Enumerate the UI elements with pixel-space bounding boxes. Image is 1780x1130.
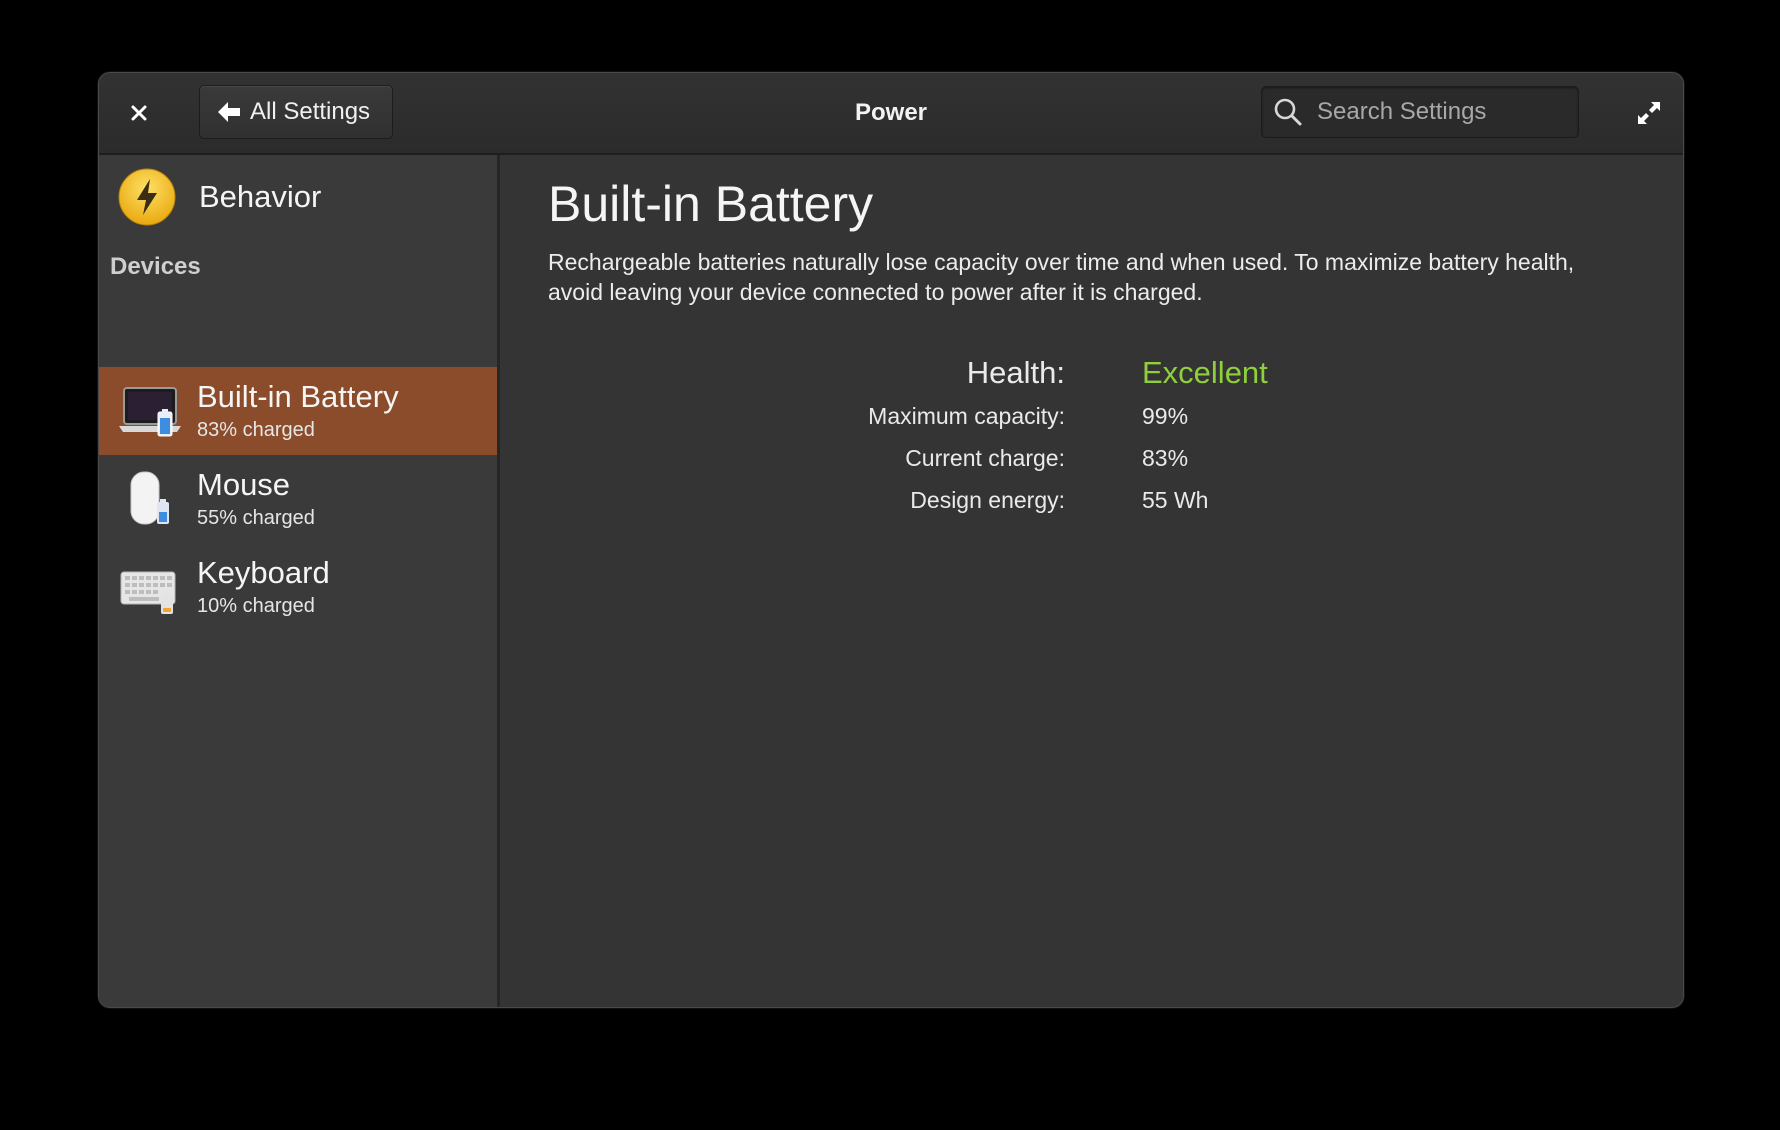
sidebar-item-label: Behavior [199, 179, 322, 214]
all-settings-label: All Settings [250, 98, 371, 125]
laptop-battery-icon [119, 380, 181, 442]
fullscreen-button[interactable] [1629, 93, 1669, 133]
stat-value: 99% [1142, 403, 1189, 429]
sidebar-item-keyboard[interactable]: Keyboard 10% charged [99, 543, 497, 631]
mouse-battery-icon [119, 468, 181, 530]
sidebar: Behavior Devices Built-in Battery 83% ch… [99, 155, 500, 1007]
left-arrow-icon [216, 100, 242, 124]
sidebar-item-behavior[interactable]: Behavior [99, 155, 497, 239]
stat-label: Current charge: [905, 445, 1065, 471]
settings-window: All Settings Power Search Settings Behav… [98, 72, 1684, 1008]
stat-label: Health: [966, 355, 1065, 390]
stat-row-current-charge: Current charge: 83% [500, 441, 1680, 481]
keyboard-battery-icon [119, 556, 181, 618]
search-icon [1273, 97, 1303, 127]
stat-row-design-energy: Design energy: 55 Wh [500, 483, 1680, 523]
stat-value: 83% [1142, 445, 1189, 471]
device-charge-status: 10% charged [197, 595, 315, 617]
all-settings-button[interactable]: All Settings [199, 85, 393, 139]
battery-description: Rechargeable batteries naturally lose ca… [548, 249, 1575, 305]
stat-row-maximum-capacity: Maximum capacity: 99% [500, 399, 1680, 439]
stat-row-health: Health: Excellent [500, 355, 1680, 395]
headerbar: All Settings Power [99, 73, 1683, 155]
sidebar-item-mouse[interactable]: Mouse 55% charged [99, 455, 497, 543]
sidebar-item-built-in-battery[interactable]: Built-in Battery 83% charged [99, 367, 497, 455]
device-name: Keyboard [197, 555, 330, 590]
search-input[interactable] [1315, 97, 1578, 127]
device-name: Mouse [197, 467, 291, 502]
lightning-bolt-icon [117, 167, 177, 227]
health-value: Excellent [1142, 355, 1268, 390]
stat-label: Maximum capacity: [868, 403, 1065, 429]
main-content: Built-in Battery Rechargeable batteries … [500, 155, 1683, 1007]
stat-value: 55 Wh [1142, 487, 1209, 513]
search-field[interactable] [1261, 86, 1579, 138]
device-charge-status: 83% charged [197, 419, 315, 441]
close-icon [131, 105, 147, 121]
device-name: Built-in Battery [197, 379, 399, 414]
stat-label: Design energy: [910, 487, 1065, 513]
page-title: Built-in Battery [548, 176, 874, 232]
devices-section-header: Devices [110, 253, 201, 280]
fullscreen-icon [1638, 102, 1660, 124]
close-button[interactable] [117, 91, 161, 135]
device-charge-status: 55% charged [197, 507, 315, 529]
